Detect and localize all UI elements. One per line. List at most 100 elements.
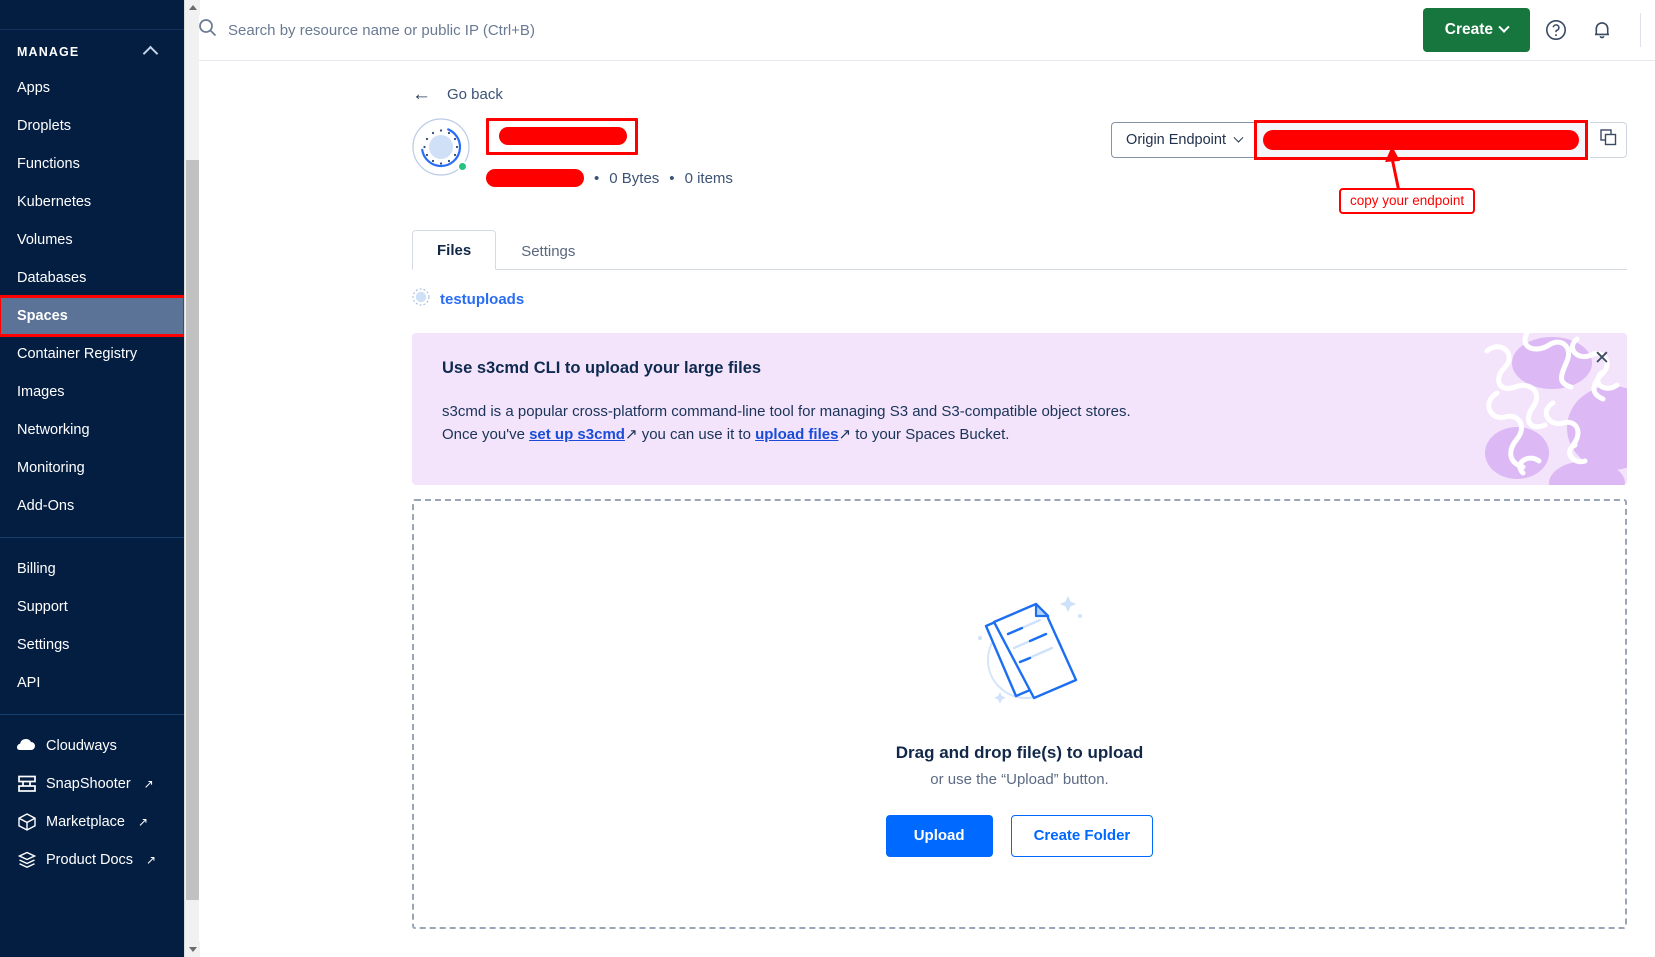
bucket-icon [412,288,430,311]
go-back-label: Go back [447,86,503,103]
upload-button[interactable]: Upload [886,815,993,857]
sidebar-item-api[interactable]: API [0,664,184,702]
sidebar-divider-1 [0,537,184,538]
tab-files[interactable]: Files [412,230,496,270]
banner-line2-suffix: to your Spaces Bucket. [851,426,1009,443]
external-link-icon: ↗ [625,426,638,443]
sidebar-item-label: Settings [17,637,69,653]
banner-body: s3cmd is a popular cross-platform comman… [442,400,1597,447]
sidebar-item-label: SnapShooter [46,776,131,792]
create-button[interactable]: Create [1423,8,1530,52]
sidebar-item-label: Apps [17,80,50,96]
bucket-meta: • 0 Bytes • 0 items [486,116,733,187]
file-dropzone[interactable]: Drag and drop file(s) to upload or use t… [412,499,1627,929]
sidebar-item-billing[interactable]: Billing [0,550,184,588]
copy-endpoint-button[interactable] [1590,122,1627,158]
sidebar-item-networking[interactable]: Networking [0,411,184,449]
sidebar-item-spaces[interactable]: Spaces [0,297,184,335]
breadcrumb: testuploads [412,288,1627,311]
scroll-down-arrow-icon[interactable] [185,942,200,957]
bell-icon[interactable] [1582,10,1622,50]
sidebar-item-images[interactable]: Images [0,373,184,411]
s3cmd-banner: ✕ Use s3cmd CLI to upload your large fil… [412,333,1627,485]
create-button-label: Create [1445,21,1493,39]
sidebar-item-label: Monitoring [17,460,85,476]
sidebar-scrollbar[interactable] [184,0,199,957]
global-search[interactable] [198,18,1423,42]
sidebar-item-monitoring[interactable]: Monitoring [0,449,184,487]
cloudways-icon [17,736,37,756]
help-circle-icon[interactable] [1536,10,1576,50]
sidebar: MANAGE Apps Droplets Functions Kubernete… [0,0,184,957]
scrollbar-thumb[interactable] [186,160,199,900]
stat-separator: • [594,170,599,187]
tab-label: Files [437,242,471,259]
sidebar-item-label: Billing [17,561,56,577]
bucket-identity: • 0 Bytes • 0 items [412,116,733,187]
sidebar-item-label: Volumes [17,232,73,248]
sidebar-item-kubernetes[interactable]: Kubernetes [0,183,184,221]
scroll-up-arrow-icon[interactable] [185,0,200,15]
sidebar-item-label: Functions [17,156,80,172]
search-input[interactable] [228,22,868,39]
banner-line-2: Once you've set up s3cmd↗ you can use it… [442,423,1597,446]
go-back-link[interactable]: ← Go back [412,85,1627,104]
bucket-stats: • 0 Bytes • 0 items [486,169,733,187]
banner-line2-prefix: Once you've [442,426,529,443]
top-bar-separator [1640,13,1641,47]
sidebar-item-add-ons[interactable]: Add-Ons [0,487,184,525]
bucket-name-redaction-box [486,118,638,155]
sidebar-item-label: Cloudways [46,738,117,754]
sidebar-item-snapshooter[interactable]: SnapShooter ↗ [0,765,184,803]
sidebar-item-functions[interactable]: Functions [0,145,184,183]
external-link-icon: ↗ [138,815,148,829]
upload-files-link[interactable]: upload files [755,426,838,443]
sidebar-item-label: Networking [17,422,90,438]
tab-settings[interactable]: Settings [496,231,600,270]
sidebar-divider-2 [0,714,184,715]
sidebar-item-databases[interactable]: Databases [0,259,184,297]
digitalocean-spaces-page: MANAGE Apps Droplets Functions Kubernete… [0,0,1655,957]
sidebar-item-support[interactable]: Support [0,588,184,626]
set-up-s3cmd-link[interactable]: set up s3cmd [529,426,625,443]
bucket-item-count: 0 items [685,170,733,187]
close-icon[interactable]: ✕ [1591,347,1613,369]
sidebar-item-label: Add-Ons [17,498,74,514]
sidebar-item-volumes[interactable]: Volumes [0,221,184,259]
snapshooter-icon [17,774,37,794]
create-folder-button[interactable]: Create Folder [1011,815,1154,857]
external-link-icon: ↗ [146,853,156,867]
bucket-name-redacted [499,127,627,145]
sidebar-item-label: Product Docs [46,852,133,868]
external-link-icon: ↗ [838,426,851,443]
sidebar-item-label: Kubernetes [17,194,91,210]
endpoint-value-field[interactable] [1256,122,1586,158]
sidebar-item-settings[interactable]: Settings [0,626,184,664]
sidebar-item-marketplace[interactable]: Marketplace ↗ [0,803,184,841]
documents-illustration [950,572,1090,727]
sidebar-section-manage[interactable]: MANAGE [0,30,184,69]
endpoint-row: Origin Endpoint [1111,116,1627,158]
product-docs-icon [17,850,37,870]
sidebar-item-product-docs[interactable]: Product Docs ↗ [0,841,184,879]
banner-line2-mid: you can use it to [638,426,756,443]
top-bar-actions: Create [1423,8,1655,52]
bucket-size: 0 Bytes [609,170,659,187]
origin-endpoint-select[interactable]: Origin Endpoint [1111,122,1256,158]
sidebar-item-label: Support [17,599,68,615]
main-content: Create [184,0,1655,957]
sidebar-item-droplets[interactable]: Droplets [0,107,184,145]
search-icon [198,18,217,42]
breadcrumb-bucket-link[interactable]: testuploads [440,291,524,308]
sidebar-item-container-registry[interactable]: Container Registry [0,335,184,373]
dropzone-subtitle: or use the “Upload” button. [930,771,1108,788]
sidebar-item-cloudways[interactable]: Cloudways [0,727,184,765]
sidebar-item-apps[interactable]: Apps [0,69,184,107]
sidebar-item-label: API [17,675,40,691]
dropzone-title: Drag and drop file(s) to upload [896,743,1143,763]
marketplace-icon [17,812,37,832]
bucket-region-redacted [486,169,584,187]
stat-separator: • [669,170,674,187]
dropzone-actions: Upload Create Folder [886,815,1154,857]
banner-line-1: s3cmd is a popular cross-platform comman… [442,400,1597,423]
